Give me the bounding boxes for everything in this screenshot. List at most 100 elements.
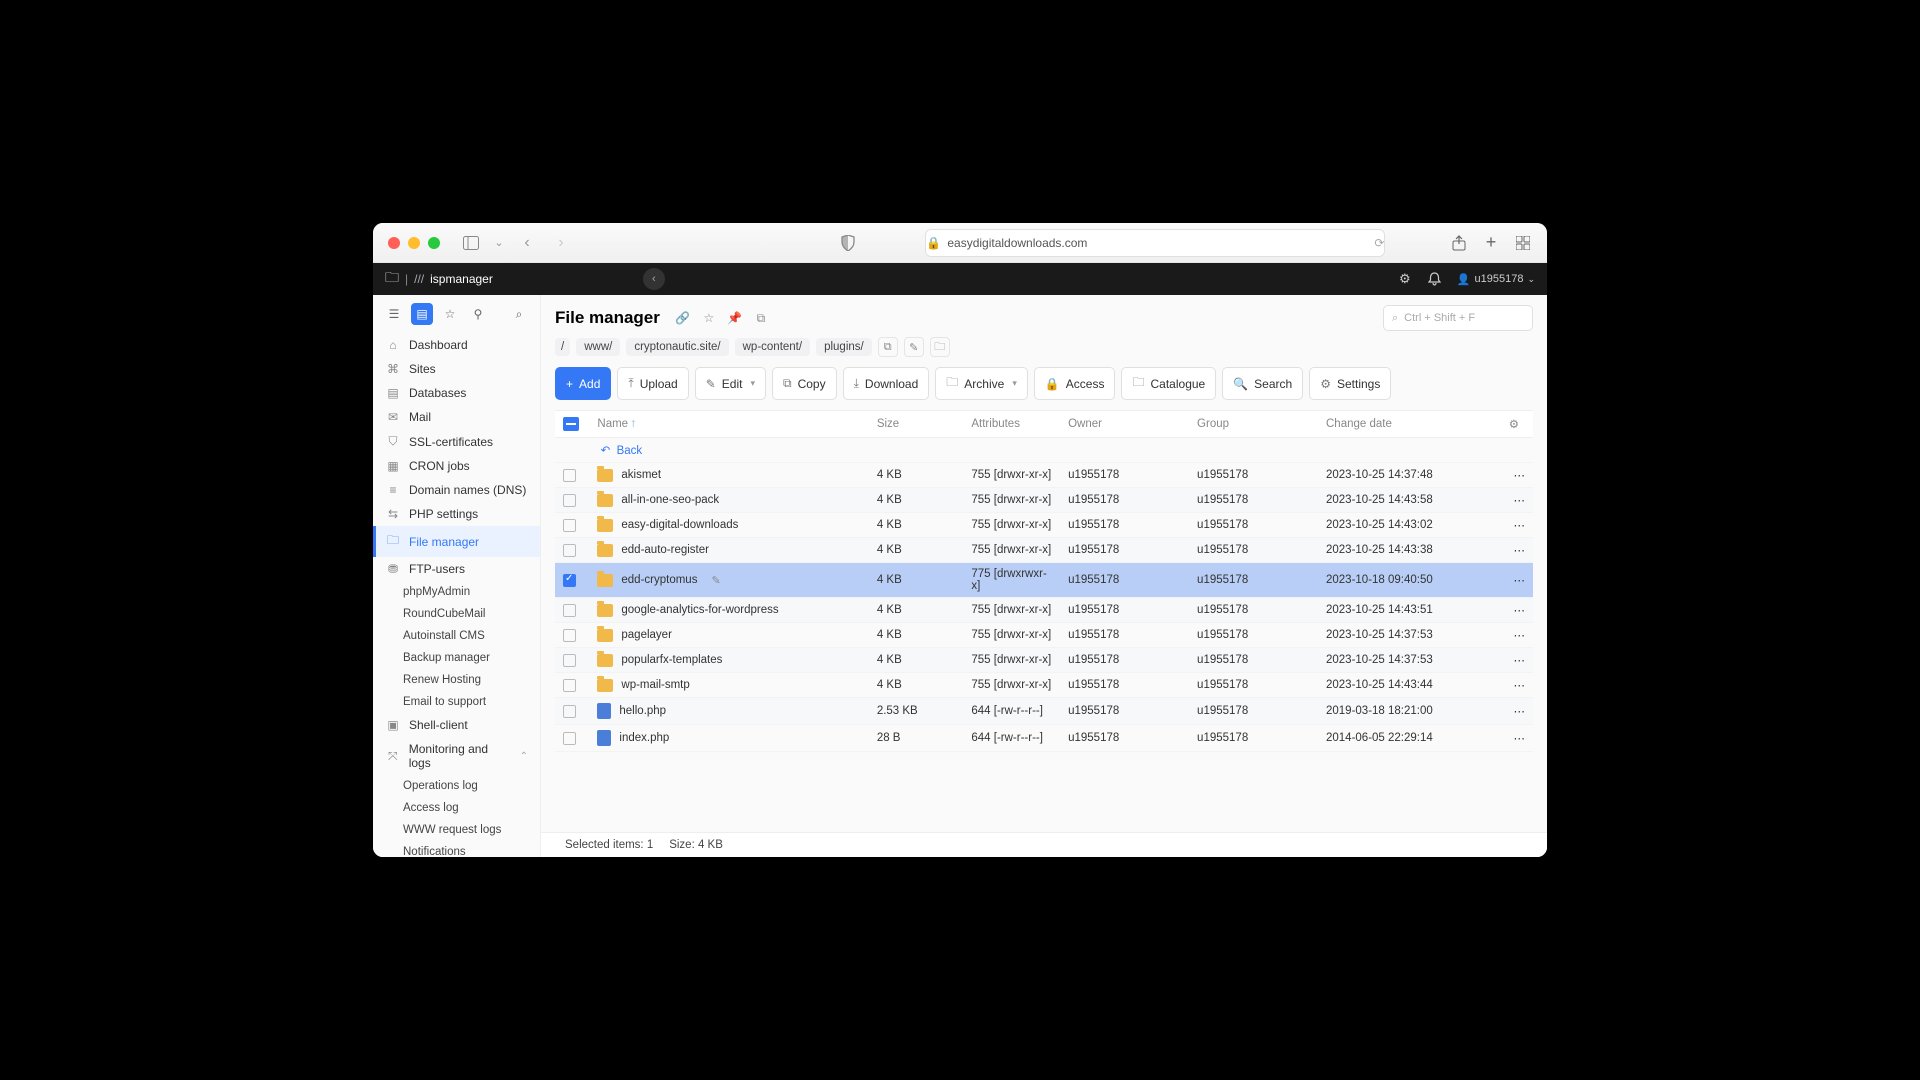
- sidebar-item-backup-manager[interactable]: Backup manager: [373, 647, 540, 669]
- search-icon[interactable]: ⌕: [508, 303, 530, 325]
- sidebar-item-monitoring[interactable]: ⤧ Monitoring and logs ⌃: [373, 737, 540, 775]
- column-settings-icon[interactable]: ⚙: [1501, 411, 1533, 438]
- share-icon[interactable]: [1450, 234, 1468, 252]
- row-actions-icon[interactable]: ⋯: [1501, 563, 1533, 598]
- folder-plus-icon[interactable]: 🗀: [930, 337, 950, 357]
- access-button[interactable]: 🔒Access: [1034, 367, 1116, 400]
- upload-button[interactable]: ⤒Upload: [617, 367, 688, 400]
- column-group[interactable]: Group: [1189, 411, 1318, 438]
- sidebar-item-renew-hosting[interactable]: Renew Hosting: [373, 669, 540, 691]
- sidebar-item-dashboard[interactable]: ⌂Dashboard: [373, 333, 540, 357]
- column-date[interactable]: Change date: [1318, 411, 1501, 438]
- tab-grid-icon[interactable]: [1514, 234, 1532, 252]
- table-row[interactable]: pagelayer4 KB755 [drwxr-xr-x]u1955178u19…: [555, 623, 1533, 648]
- row-actions-icon[interactable]: ⋯: [1501, 488, 1533, 513]
- archive-button[interactable]: 🗀Archive▾: [935, 367, 1028, 400]
- nav-forward-icon[interactable]: ›: [548, 230, 574, 256]
- collapse-sidebar-button[interactable]: ‹: [643, 268, 665, 290]
- nav-back-icon[interactable]: ‹: [514, 230, 540, 256]
- star-icon[interactable]: ☆: [700, 309, 718, 327]
- copy-button[interactable]: ⧉Copy: [772, 367, 837, 400]
- list-view-icon[interactable]: ▤: [411, 303, 433, 325]
- column-attributes[interactable]: Attributes: [963, 411, 1060, 438]
- sidebar-toggle-icon[interactable]: [458, 230, 484, 256]
- row-checkbox[interactable]: [563, 519, 576, 532]
- page-search-input[interactable]: ⌕ Ctrl + Shift + F: [1383, 305, 1533, 331]
- row-actions-icon[interactable]: ⋯: [1501, 673, 1533, 698]
- star-icon[interactable]: ☆: [439, 303, 461, 325]
- minimize-window-icon[interactable]: [408, 237, 420, 249]
- reload-icon[interactable]: ⟳: [1374, 236, 1384, 250]
- sidebar-item-shell-client[interactable]: ▣ Shell-client: [373, 713, 540, 737]
- pin-icon[interactable]: ⚲: [467, 303, 489, 325]
- breadcrumb-segment[interactable]: /: [555, 338, 570, 356]
- table-row[interactable]: akismet4 KB755 [drwxr-xr-x]u1955178u1955…: [555, 463, 1533, 488]
- sidebar-item-cron-jobs[interactable]: ▦CRON jobs: [373, 454, 540, 478]
- download-button[interactable]: ⤓Download: [843, 367, 930, 400]
- bell-icon[interactable]: [1427, 271, 1443, 287]
- breadcrumb-segment[interactable]: www/: [576, 338, 620, 356]
- breadcrumb-segment[interactable]: cryptonautic.site/: [626, 338, 728, 356]
- column-owner[interactable]: Owner: [1060, 411, 1189, 438]
- row-checkbox[interactable]: [563, 705, 576, 718]
- row-checkbox[interactable]: [563, 629, 576, 642]
- row-checkbox[interactable]: [563, 654, 576, 667]
- row-actions-icon[interactable]: ⋯: [1501, 698, 1533, 725]
- table-row[interactable]: easy-digital-downloads4 KB755 [drwxr-xr-…: [555, 513, 1533, 538]
- sidebar-item-ssl-certificates[interactable]: ⛉SSL-certificates: [373, 429, 540, 454]
- copy-path-icon[interactable]: ⧉: [878, 337, 898, 357]
- sidebar-item-www-request-logs[interactable]: WWW request logs: [373, 819, 540, 841]
- shield-icon[interactable]: [835, 230, 861, 256]
- table-row[interactable]: google-analytics-for-wordpress4 KB755 [d…: [555, 598, 1533, 623]
- breadcrumb-segment[interactable]: plugins/: [816, 338, 872, 356]
- pin-icon[interactable]: 📌: [726, 309, 744, 327]
- sidebar-item-domain-names-dns-[interactable]: ≡Domain names (DNS): [373, 478, 540, 502]
- row-actions-icon[interactable]: ⋯: [1501, 513, 1533, 538]
- row-actions-icon[interactable]: ⋯: [1501, 623, 1533, 648]
- user-menu[interactable]: 👤 u1955178 ⌄: [1457, 273, 1535, 286]
- url-bar[interactable]: 🔒 easydigitaldownloads.com ⟳: [925, 229, 1385, 257]
- sidebar-item-mail[interactable]: ✉Mail: [373, 405, 540, 429]
- table-row[interactable]: popularfx-templates4 KB755 [drwxr-xr-x]u…: [555, 648, 1533, 673]
- row-checkbox[interactable]: [563, 544, 576, 557]
- row-actions-icon[interactable]: ⋯: [1501, 725, 1533, 752]
- row-actions-icon[interactable]: ⋯: [1501, 538, 1533, 563]
- row-checkbox[interactable]: [563, 469, 576, 482]
- column-size[interactable]: Size: [869, 411, 964, 438]
- sidebar-item-php-settings[interactable]: ⇆PHP settings: [373, 502, 540, 526]
- row-checkbox[interactable]: [563, 679, 576, 692]
- link-icon[interactable]: 🔗: [674, 309, 692, 327]
- back-row[interactable]: ↶ Back: [555, 438, 1533, 463]
- select-all-icon[interactable]: [563, 417, 579, 431]
- table-row[interactable]: edd-cryptomus✎4 KB775 [drwxrwxr-x]u19551…: [555, 563, 1533, 598]
- table-row[interactable]: index.php28 B644 [-rw-r--r--]u1955178u19…: [555, 725, 1533, 752]
- breadcrumb-segment[interactable]: wp-content/: [735, 338, 810, 356]
- catalogue-button[interactable]: 🗀Catalogue: [1121, 367, 1216, 400]
- sidebar-item-file-manager[interactable]: 🗀File manager: [373, 526, 540, 557]
- close-window-icon[interactable]: [388, 237, 400, 249]
- table-row[interactable]: hello.php2.53 KB644 [-rw-r--r--]u1955178…: [555, 698, 1533, 725]
- sidebar-item-roundcubemail[interactable]: RoundCubeMail: [373, 603, 540, 625]
- copy-icon[interactable]: ⧉: [752, 309, 770, 327]
- table-row[interactable]: wp-mail-smtp4 KB755 [drwxr-xr-x]u1955178…: [555, 673, 1533, 698]
- app-logo[interactable]: 🗀 | /// ispmanager: [385, 267, 493, 291]
- table-row[interactable]: all-in-one-seo-pack4 KB755 [drwxr-xr-x]u…: [555, 488, 1533, 513]
- menu-icon[interactable]: ☰: [383, 303, 405, 325]
- sidebar-item-phpmyadmin[interactable]: phpMyAdmin: [373, 581, 540, 603]
- edit-button[interactable]: ✎Edit▾: [695, 367, 766, 400]
- edit-path-icon[interactable]: ✎: [904, 337, 924, 357]
- settings-button[interactable]: ⚙Settings: [1309, 367, 1391, 400]
- row-checkbox[interactable]: [563, 574, 576, 587]
- pencil-icon[interactable]: ✎: [711, 574, 720, 587]
- sidebar-item-sites[interactable]: ⌘Sites: [373, 357, 540, 381]
- new-tab-icon[interactable]: +: [1482, 234, 1500, 252]
- row-checkbox[interactable]: [563, 494, 576, 507]
- sidebar-item-notifications[interactable]: Notifications: [373, 841, 540, 857]
- sidebar-item-operations-log[interactable]: Operations log: [373, 775, 540, 797]
- add-button[interactable]: +Add: [555, 367, 611, 400]
- search-button[interactable]: 🔍Search: [1222, 367, 1303, 400]
- table-row[interactable]: edd-auto-register4 KB755 [drwxr-xr-x]u19…: [555, 538, 1533, 563]
- sidebar-item-email-to-support[interactable]: Email to support: [373, 691, 540, 713]
- maximize-window-icon[interactable]: [428, 237, 440, 249]
- column-name[interactable]: Name⭡: [589, 411, 868, 438]
